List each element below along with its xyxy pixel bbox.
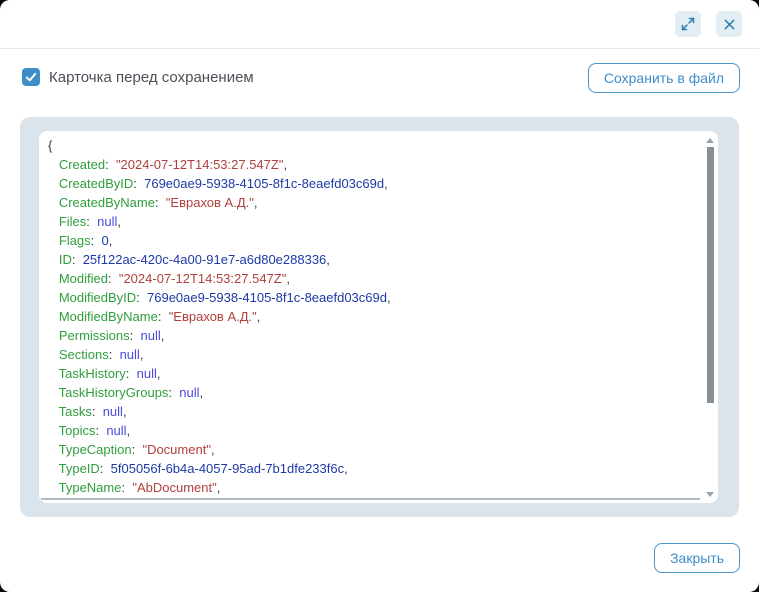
dialog-header xyxy=(0,0,759,49)
json-line: TypeID: 5f05056f-6b4a-4057-95ad-7b1dfe23… xyxy=(48,459,692,478)
json-line: { xyxy=(48,136,692,155)
close-icon xyxy=(723,18,736,31)
json-panel: { Created: "2024-07-12T14:53:27.547Z", C… xyxy=(20,117,739,517)
expand-button[interactable] xyxy=(675,11,701,37)
json-line: Files: null, xyxy=(48,212,692,231)
json-line: Flags: 0, xyxy=(48,231,692,250)
close-button[interactable] xyxy=(716,11,742,37)
save-to-file-button[interactable]: Сохранить в файл xyxy=(588,63,740,93)
json-line: CreatedByID: 769e0ae9-5938-4105-8f1c-8ea… xyxy=(48,174,692,193)
json-code: { Created: "2024-07-12T14:53:27.547Z", C… xyxy=(48,136,692,497)
json-line: ModifiedByID: 769e0ae9-5938-4105-8f1c-8e… xyxy=(48,288,692,307)
checkmark-icon xyxy=(24,70,38,84)
json-line: Topics: null, xyxy=(48,421,692,440)
json-line: CreatedByName: "Еврахов А.Д.", xyxy=(48,193,692,212)
json-line: TypeName: "AbDocument", xyxy=(48,478,692,497)
modal-dialog: Карточка перед сохранением Сохранить в ф… xyxy=(0,0,759,592)
json-line: Sections: null, xyxy=(48,345,692,364)
json-line: TaskHistory: null, xyxy=(48,364,692,383)
scroll-down-icon[interactable] xyxy=(706,492,714,497)
card-before-save-checkbox[interactable] xyxy=(22,68,40,86)
json-line: TypeCaption: "Document", xyxy=(48,440,692,459)
json-line: Permissions: null, xyxy=(48,326,692,345)
card-checkbox-row: Карточка перед сохранением xyxy=(22,67,254,87)
horizontal-scrollbar-thumb[interactable] xyxy=(41,498,700,500)
scroll-up-icon[interactable] xyxy=(706,138,714,143)
json-viewer[interactable]: { Created: "2024-07-12T14:53:27.547Z", C… xyxy=(39,131,718,503)
json-line: TaskHistoryGroups: null, xyxy=(48,383,692,402)
json-line: ModifiedByName: "Еврахов А.Д.", xyxy=(48,307,692,326)
checkbox-label: Карточка перед сохранением xyxy=(49,69,254,86)
json-line: Tasks: null, xyxy=(48,402,692,421)
vertical-scrollbar-thumb[interactable] xyxy=(707,147,714,403)
json-line: Created: "2024-07-12T14:53:27.547Z", xyxy=(48,155,692,174)
json-line: Modified: "2024-07-12T14:53:27.547Z", xyxy=(48,269,692,288)
close-dialog-button[interactable]: Закрыть xyxy=(654,543,740,573)
expand-icon xyxy=(681,17,695,31)
json-line: ID: 25f122ac-420c-4a00-91e7-a6d80e288336… xyxy=(48,250,692,269)
